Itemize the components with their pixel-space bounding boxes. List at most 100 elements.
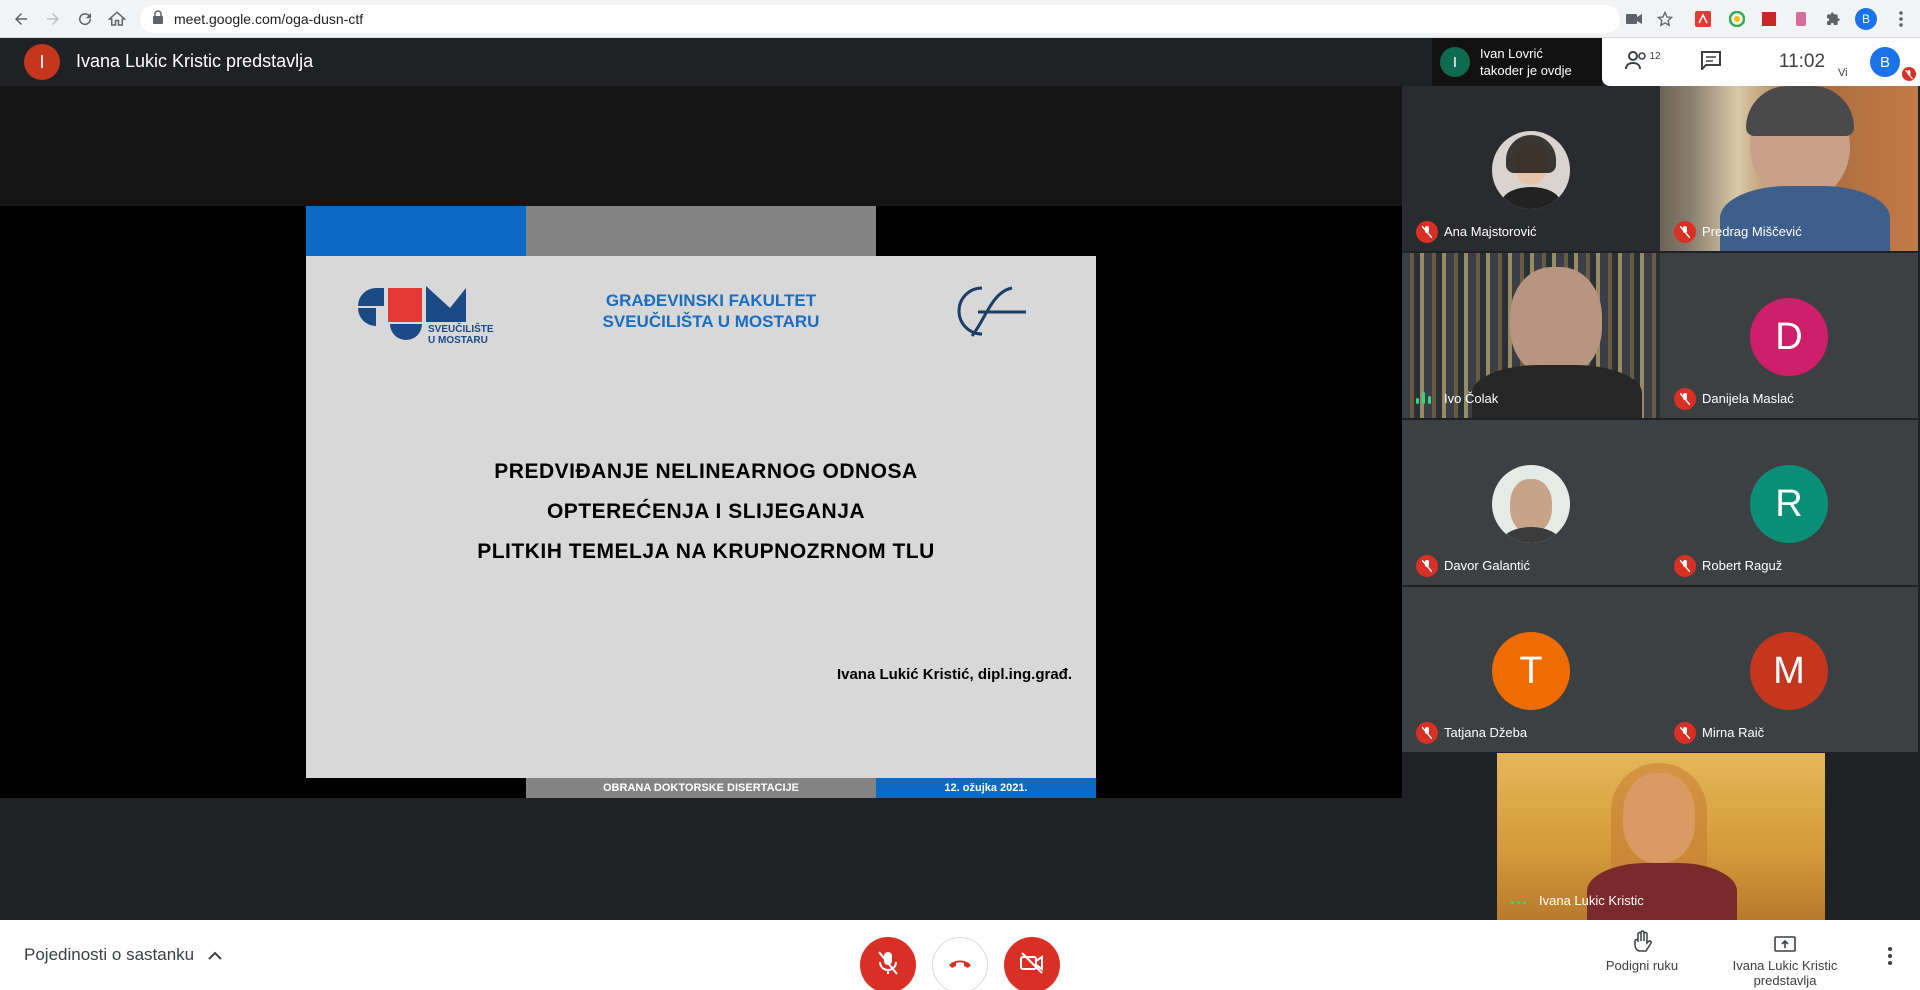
participant-avatar: T	[1492, 632, 1570, 710]
notice-avatar: I	[1440, 47, 1470, 77]
meeting-topbar: I Ivana Lukic Kristic predstavlja I Ivan…	[0, 38, 1920, 86]
meeting-clock: 11:02	[1778, 51, 1826, 72]
avatar	[1492, 131, 1570, 209]
notice-name: Ivan Lovrić	[1480, 46, 1543, 61]
avatar	[1492, 465, 1570, 543]
participant-avatar: D	[1750, 298, 1828, 376]
slide-footer-right: 12. ožujka 2021.	[876, 778, 1096, 798]
participant-name: Mirna Raič	[1702, 725, 1765, 740]
title-line-3: PLITKIH TEMELJA NA KRUPNOZRNOM TLU	[477, 540, 935, 563]
participant-avatar: R	[1750, 465, 1828, 543]
participant-name: Robert Raguž	[1702, 558, 1783, 573]
logo-text-line-1: SVEUČILIŠTE	[428, 324, 494, 335]
mic-off-icon	[1674, 555, 1696, 577]
slide-title: PREDVIĐANJE NELINEARNOG ODNOSA OPTEREĆEN…	[366, 452, 1046, 572]
presentation-slide: SVEUČILIŠTE U MOSTARU GRAĐEVINSKI FAKULT…	[306, 206, 1096, 798]
lock-icon	[152, 9, 164, 29]
profile-avatar[interactable]: B	[1855, 8, 1877, 30]
presenter-title: Ivana Lukic Kristic predstavlja	[76, 51, 314, 71]
pink-extension-icon[interactable]	[1790, 8, 1812, 30]
logo-text-line-2: U MOSTARU	[428, 335, 488, 346]
slide-body: SVEUČILIŠTE U MOSTARU GRAĐEVINSKI FAKULT…	[306, 256, 1096, 778]
title-line-2: OPTEREĆENJA I SLIJEGANJA	[546, 500, 866, 523]
participant-tile[interactable]: Davor Galantić	[1402, 420, 1660, 585]
present-now-button[interactable]: Ivana Lukic Kristic predstavlja	[1720, 926, 1850, 988]
mic-off-icon	[877, 950, 899, 980]
participant-name: Davor Galantić	[1444, 558, 1530, 573]
self-muted-icon	[1902, 67, 1916, 81]
forward-icon[interactable]	[40, 6, 66, 32]
participant-tile[interactable]: Ana Majstorović	[1402, 86, 1660, 251]
presenter-tile-name: Ivana Lukic Kristic	[1539, 893, 1644, 908]
self-avatar: B	[1870, 47, 1900, 77]
self-avatar-button[interactable]: B	[1860, 38, 1910, 86]
pdf-extension-icon[interactable]	[1692, 8, 1714, 30]
participant-tile[interactable]: Ivo Čolak	[1402, 253, 1660, 418]
browser-menu-icon[interactable]	[1890, 8, 1912, 30]
notice-text: Ivan Lovrić takoder je ovdje	[1480, 45, 1572, 79]
faculty-name: GRAĐEVINSKI FAKULTET SVEUČILIŠTA U MOSTA…	[576, 290, 846, 332]
participants-button[interactable]: 12	[1618, 38, 1668, 86]
present-screen-icon	[1720, 926, 1850, 954]
speaking-indicator	[1511, 901, 1526, 904]
mic-toggle-button[interactable]	[860, 937, 916, 990]
bottom-controls: Pojedinosti o sastanku Podigni ruku Ivan…	[0, 920, 1920, 990]
mic-off-icon	[1416, 722, 1438, 744]
hang-up-icon	[947, 956, 973, 974]
participants-count: 12	[1649, 50, 1661, 62]
faculty-line-1: GRAĐEVINSKI FAKULTET	[605, 291, 817, 310]
participant-name: Danijela Maslać	[1702, 391, 1794, 406]
camera-icon[interactable]	[1623, 8, 1645, 30]
camera-toggle-button[interactable]	[1004, 937, 1060, 990]
leave-call-button[interactable]	[932, 937, 988, 990]
mic-off-icon	[1674, 221, 1696, 243]
meeting-details-label: Pojedinosti o sastanku	[24, 945, 195, 964]
participant-name: Ivo Čolak	[1444, 391, 1499, 406]
raise-hand-button[interactable]: Podigni ruku	[1592, 926, 1692, 973]
sum-logo: SVEUČILIŠTE U MOSTARU	[356, 278, 494, 347]
chat-button[interactable]	[1686, 38, 1736, 86]
meeting-details-button[interactable]: Pojedinosti o sastanku	[24, 920, 222, 990]
circle-extension-icon[interactable]	[1726, 8, 1748, 30]
logo-text: SVEUČILIŠTE U MOSTARU	[428, 324, 494, 346]
participant-avatar: M	[1750, 632, 1828, 710]
hand-icon	[1592, 926, 1692, 954]
participant-tile[interactable]: T Tatjana Džeba	[1402, 587, 1660, 752]
present-label-line-2: predstavlja	[1753, 973, 1817, 988]
participant-photo	[1402, 253, 1660, 418]
chat-icon	[1700, 50, 1722, 75]
puzzle-icon[interactable]	[1822, 8, 1844, 30]
participant-tile[interactable]: Predrag Miščević	[1660, 86, 1918, 251]
self-label: Vi	[1838, 67, 1848, 79]
star-icon[interactable]	[1654, 8, 1676, 30]
participant-name: Predrag Miščević	[1702, 224, 1802, 239]
present-label-line-1: Ivana Lukic Kristic	[1732, 958, 1838, 973]
home-icon[interactable]	[104, 6, 130, 32]
mic-off-icon	[1416, 555, 1438, 577]
url-text: meet.google.com/oga-dusn-ctf	[174, 11, 364, 27]
mic-off-icon	[1416, 221, 1438, 243]
stage-top-fill	[0, 86, 1402, 206]
notice-message: takoder je ovdje	[1480, 63, 1572, 78]
meeting-info-panel: 12 11:02 B Vi	[1602, 38, 1920, 86]
slide-gray-bar	[526, 206, 876, 256]
reload-icon[interactable]	[72, 6, 98, 32]
red-extension-icon[interactable]	[1758, 8, 1780, 30]
people-icon	[1625, 50, 1649, 75]
slide-footer-left: OBRANA DOKTORSKE DISERTACIJE	[526, 778, 876, 798]
address-bar[interactable]: meet.google.com/oga-dusn-ctf	[140, 5, 1620, 33]
more-options-icon[interactable]	[1880, 942, 1900, 970]
participant-name: Tatjana Džeba	[1444, 725, 1528, 740]
slide-author: Ivana Lukić Kristić, dipl.ing.građ.	[836, 666, 1072, 683]
presenter-avatar: I	[24, 44, 60, 80]
back-icon[interactable]	[8, 6, 34, 32]
title-line-1: PREDVIĐANJE NELINEARNOG ODNOSA	[494, 460, 918, 483]
participant-tile[interactable]: M Mirna Raič	[1660, 587, 1918, 752]
browser-toolbar: meet.google.com/oga-dusn-ctf B	[0, 0, 1920, 38]
mic-off-icon	[1674, 722, 1696, 744]
profile-initial: B	[1855, 8, 1877, 30]
slide-blue-bar	[306, 206, 526, 256]
presenter-video-tile[interactable]: Ivana Lukic Kristic	[1497, 753, 1825, 920]
participant-tile[interactable]: D Danijela Maslać	[1660, 253, 1918, 418]
participant-tile[interactable]: R Robert Raguž	[1660, 420, 1918, 585]
